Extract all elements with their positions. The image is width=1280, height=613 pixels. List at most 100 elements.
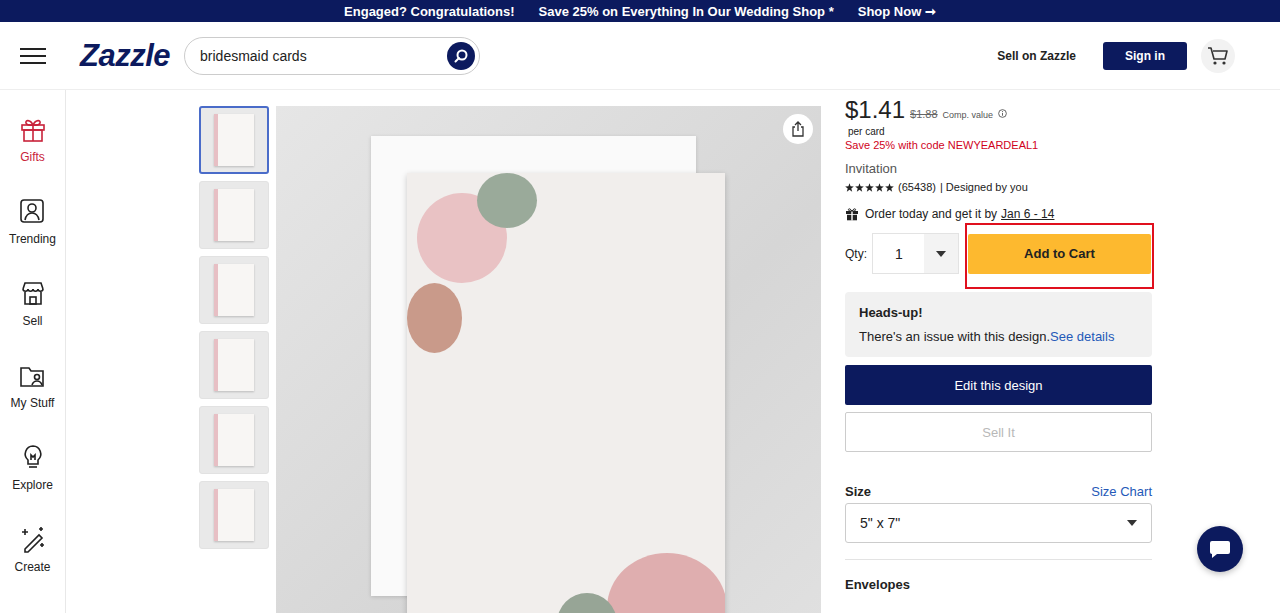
price: $1.41 [845,96,905,124]
product-type: Invitation [845,161,1152,176]
qty-label: Qty: [845,247,867,261]
unit-label: per card [848,126,1152,137]
price-row: $1.41 $1.88 Comp. value [845,96,1152,124]
sidebar-label: Trending [9,232,56,246]
create-icon [19,525,47,553]
sign-in-button[interactable]: Sign in [1103,42,1187,70]
sidebar-label: Sell [22,314,42,328]
sidebar-item[interactable]: My Stuff [11,361,55,410]
menu-icon[interactable] [20,47,46,65]
qty-arrow [924,234,958,273]
thumbnail-card [214,264,254,316]
delivery-row: Order today and get it by Jan 6 - 14 [845,207,1152,221]
sidebar-item[interactable]: Create [14,525,50,574]
cart-button[interactable] [1201,39,1235,73]
size-label: Size [845,484,871,499]
delivery-text: Order today and get it by [865,207,997,221]
size-header: Size Size Chart [845,484,1152,499]
thumbnail-list [199,106,269,549]
info-icon[interactable] [998,109,1007,118]
stars[interactable] [845,183,894,192]
thumbnail-card [214,189,254,241]
notice-box: Heads-up! There's an issue with this desi… [845,292,1152,357]
thumbnail-card [214,114,254,166]
search-button[interactable] [447,42,475,70]
sidebar-label: Gifts [20,150,45,164]
gift-icon [845,207,859,221]
content: $1.41 $1.88 Comp. value per card Save 25% wi… [66,90,1152,613]
thumbnail[interactable] [199,256,269,324]
explore-icon [19,443,47,471]
thumbnail[interactable] [199,481,269,549]
product-image [276,106,821,613]
banner-text: Engaged? Congratulations! [344,4,514,19]
sidebar-item[interactable]: Explore [12,443,53,492]
flower [477,173,537,228]
star-icon [885,183,894,192]
sidebar-label: My Stuff [11,396,55,410]
notice-text: There's an issue with this design.See de… [859,329,1138,344]
share-button[interactable] [783,114,813,144]
star-icon [845,183,854,192]
cart-icon [1207,46,1229,66]
sidebar-label: Explore [12,478,53,492]
search-input[interactable]: bridesmaid cards [200,48,447,64]
header: Zazzle bridesmaid cards Sell on Zazzle Sign… [0,22,1280,90]
purchase-panel: $1.41 $1.88 Comp. value per card Save 25% wi… [845,96,1152,592]
magnifier-icon [453,48,469,64]
sell-icon [19,279,47,307]
delivery-date[interactable]: Jan 6 - 14 [1001,207,1054,221]
search-box[interactable]: bridesmaid cards [184,37,480,75]
thumbnail[interactable] [199,406,269,474]
envelopes-label: Envelopes [845,577,1152,592]
flower [607,553,725,613]
qty-value: 1 [873,246,924,262]
thumbnail[interactable] [199,181,269,249]
dropdown-icon [936,251,946,257]
chat-icon [1209,539,1231,559]
dropdown-icon [1127,520,1137,526]
quantity-row: Qty: 1 Add to Cart [845,233,1152,274]
comp-price: $1.88 [910,108,938,120]
body: Gifts Trending Sell My Stuff Explore Create $1… [0,90,1280,613]
rating-row: (65438) | Designed by you [845,181,1152,193]
review-count[interactable]: (65438) [898,181,936,193]
size-value: 5" x 7" [860,515,900,531]
share-icon [790,121,806,137]
promo-banner: Engaged? Congratulations! Save 25% on Eve… [0,0,1280,22]
logo[interactable]: Zazzle [80,38,170,74]
highlight-box: Add to Cart [965,223,1154,289]
sell-link[interactable]: Sell on Zazzle [997,49,1076,63]
card-front [407,173,725,613]
gift-icon [19,115,47,143]
add-to-cart-button[interactable]: Add to Cart [968,234,1151,274]
star-icon [875,183,884,192]
sidebar-item[interactable]: Sell [19,279,47,328]
notice-title: Heads-up! [859,305,1138,320]
divider [845,559,1152,560]
thumbnail-card [214,339,254,391]
comp-label: Comp. value [943,110,994,120]
flower [407,283,462,353]
sidebar-item[interactable]: Gifts [19,115,47,164]
thumbnail-card [214,489,254,541]
qty-select[interactable]: 1 [872,233,959,274]
thumbnail[interactable] [199,106,269,174]
thumbnail-card [214,414,254,466]
chat-button[interactable] [1197,526,1243,572]
sidebar: Gifts Trending Sell My Stuff Explore Create [0,90,66,613]
size-chart-link[interactable]: Size Chart [1091,484,1152,499]
designer: | Designed by you [940,181,1028,193]
page: Engaged? Congratulations! Save 25% on Eve… [0,0,1280,613]
action-button[interactable]: Edit this design [845,365,1152,405]
see-details-link[interactable]: See details [1050,329,1114,344]
promo-code: Save 25% with code NEWYEARDEAL1 [845,139,1152,151]
star-icon [855,183,864,192]
banner-text[interactable]: Shop Now ➞ [858,4,936,19]
banner-text: Save 25% on Everything In Our Wedding Sh… [539,4,834,19]
mystuff-icon [18,361,46,389]
trending-icon [18,197,46,225]
size-select[interactable]: 5" x 7" [845,503,1152,543]
sidebar-item[interactable]: Trending [9,197,56,246]
thumbnail[interactable] [199,331,269,399]
